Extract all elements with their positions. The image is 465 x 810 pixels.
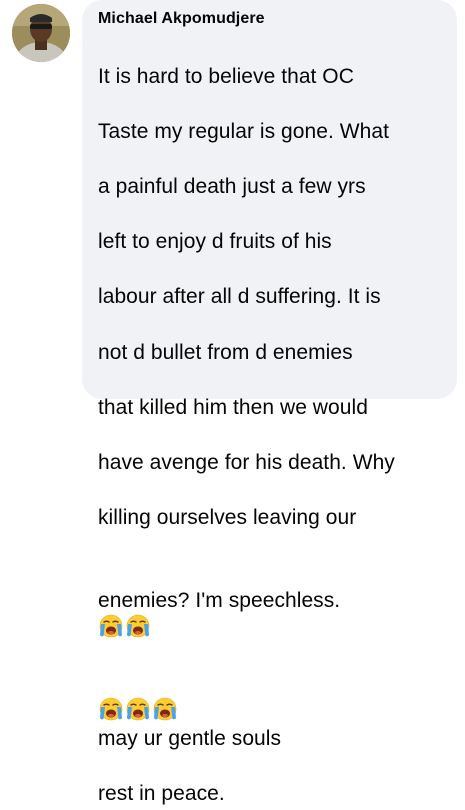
avatar[interactable]	[12, 4, 70, 62]
loudly-crying-face-icon	[125, 697, 152, 722]
comment-line: have avenge for his death. Why	[98, 450, 395, 474]
comment-line-with-emoji: enemies? I'm speechless.	[98, 559, 447, 642]
avatar-photo	[12, 4, 70, 62]
comment-line: labour after all d suffering. It is	[98, 285, 381, 309]
comment-bubble: Michael Akpomudjere It is hard to believ…	[82, 0, 457, 805]
comment-line-with-emoji: may ur gentle souls	[98, 670, 447, 753]
comment-line: Taste my regular is gone. What	[98, 119, 389, 143]
comment-line: not d bullet from d enemies	[98, 340, 353, 364]
comment-line: It is hard to believe that OC	[98, 64, 354, 88]
comment-line: that killed him then we would	[98, 395, 368, 419]
comment-line: killing ourselves leaving our	[98, 506, 357, 530]
comment-line: a painful death just a few yrs	[98, 174, 366, 198]
comment-line: may ur gentle souls	[98, 726, 282, 750]
loudly-crying-face-icon	[125, 615, 152, 639]
loudly-crying-face-icon	[152, 697, 179, 722]
comment-row: Michael Akpomudjere It is hard to believ…	[0, 0, 465, 805]
comment-line: enemies? I'm speechless.	[98, 588, 341, 612]
loudly-crying-face-icon	[98, 615, 125, 639]
comment-text: It is hard to believe that OC Taste my r…	[98, 35, 447, 810]
comment-author-name[interactable]: Michael Akpomudjere	[98, 8, 447, 30]
loudly-crying-face-icon	[98, 697, 125, 722]
comment-line: left to enjoy d fruits of his	[98, 230, 332, 254]
comment-line: rest in peace.	[98, 782, 225, 806]
